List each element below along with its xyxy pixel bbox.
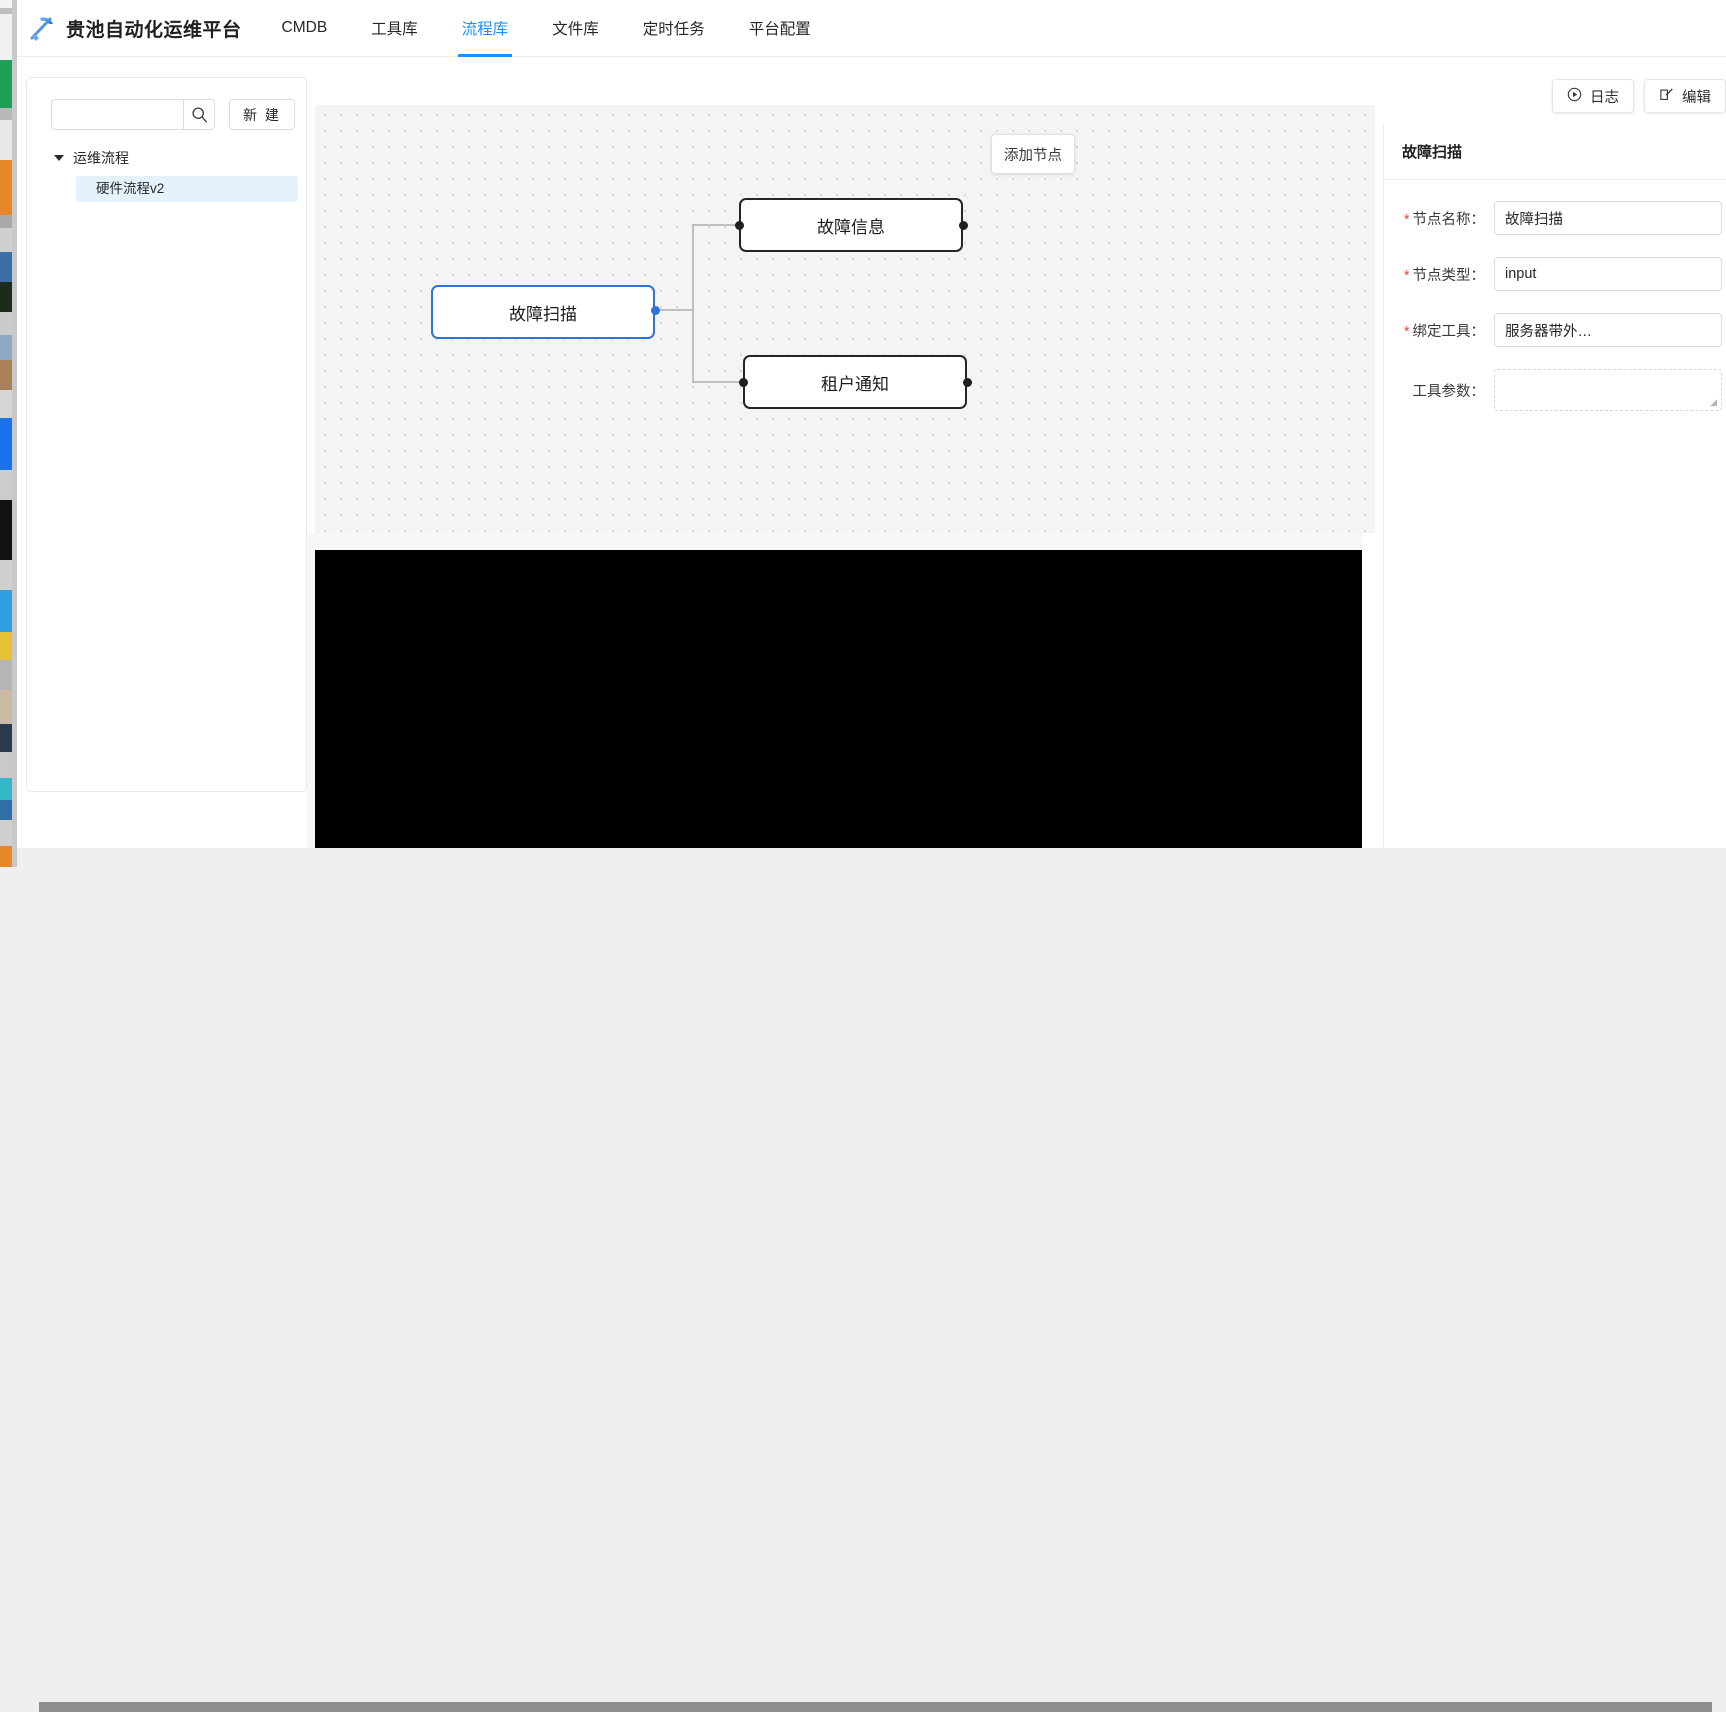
application-window: 贵池自动化运维平台 CMDB 工具库 流程库 文件库 定时任务 平台配置 新 建 [17,0,1726,848]
node-properties-panel: 故障扫描 * 节点名称： 故障扫描 * 节点类型： input * 绑定工具： … [1383,123,1726,848]
flow-tree-panel: 新 建 运维流程 硬件流程v2 [26,77,307,792]
properties-panel-title: 故障扫描 [1402,144,1463,161]
tab-file-library[interactable]: 文件库 [530,0,621,57]
search-input[interactable] [51,99,183,130]
pencil-square-icon [1659,87,1674,106]
field-label-node-type: * 节点类型： [1403,267,1485,284]
main-content-area: 新 建 运维流程 硬件流程v2 日志 编辑 故障扫描 故障信息 租户通知 添加节… [17,57,1726,848]
field-label-node-name: * 节点名称： [1403,211,1485,228]
tab-scheduled-tasks[interactable]: 定时任务 [621,0,727,57]
tab-flow-library[interactable]: 流程库 [440,0,531,57]
resize-grip-icon[interactable]: ◢ [1710,398,1717,407]
node-anchor-left-fault-info[interactable] [735,221,744,230]
flow-node-tenant-notify[interactable]: 租户通知 [743,355,967,409]
play-circle-icon [1567,87,1582,106]
tree-group-ops-flow[interactable]: 运维流程 [51,146,298,170]
edit-button[interactable]: 编辑 [1644,79,1726,113]
brand-title: 贵池自动化运维平台 [66,19,242,41]
log-button-label: 日志 [1590,89,1619,106]
node-name-input[interactable]: 故障扫描 [1494,201,1722,235]
field-row-node-type: * 节点类型： input [1384,257,1726,291]
field-label-tool-params: 工具参数： [1412,383,1486,400]
horizontal-scrollbar-thumb[interactable] [39,1702,1712,1712]
field-label-bound-tool: * 绑定工具： [1403,323,1485,340]
search-icon[interactable] [183,99,215,130]
bound-tool-input[interactable]: 服务器带外… [1494,313,1722,347]
flow-node-fault-scan[interactable]: 故障扫描 [431,285,655,339]
tab-cmdb[interactable]: CMDB [260,0,350,57]
console-output-block[interactable] [315,550,1362,848]
node-anchor-left-tenant-notify[interactable] [739,378,748,387]
background-window-sliver [0,0,12,867]
node-anchor-right-fault-scan[interactable] [651,306,660,315]
required-asterisk-icon: * [1403,267,1410,284]
required-asterisk-icon: * [1403,211,1410,228]
flow-canvas[interactable]: 故障扫描 故障信息 租户通知 [315,105,1375,533]
required-asterisk-icon: * [1403,323,1410,340]
field-row-node-name: * 节点名称： 故障扫描 [1384,201,1726,235]
panel-action-buttons: 日志 编辑 [1552,79,1726,113]
log-button[interactable]: 日志 [1552,79,1634,113]
node-anchor-right-tenant-notify[interactable] [963,378,972,387]
horizontal-scrollbar-track[interactable] [17,848,1726,1712]
field-row-tool-params: 工具参数： ◢ [1384,369,1726,411]
flow-node-label: 故障扫描 [509,304,577,324]
flow-tree: 运维流程 硬件流程v2 [51,146,298,202]
top-navigation-bar: 贵池自动化运维平台 CMDB 工具库 流程库 文件库 定时任务 平台配置 [17,0,1726,57]
tree-group-label: 运维流程 [73,150,129,166]
flow-node-label: 租户通知 [821,374,889,394]
pickaxe-logo-icon [22,8,62,48]
node-type-input[interactable]: input [1494,257,1722,291]
node-properties-form: * 节点名称： 故障扫描 * 节点类型： input * 绑定工具： 服务器带外… [1384,201,1726,433]
panel-divider [1384,179,1726,180]
tab-tool-library[interactable]: 工具库 [349,0,440,57]
field-row-bound-tool: * 绑定工具： 服务器带外… [1384,313,1726,347]
caret-down-icon[interactable] [54,155,64,161]
edit-button-label: 编辑 [1682,89,1711,106]
search-row: 新 建 [51,99,295,130]
add-node-button[interactable]: 添加节点 [991,134,1075,174]
flow-node-label: 故障信息 [817,217,885,237]
tool-params-textarea[interactable]: ◢ [1494,369,1722,411]
nav-tab-list: CMDB 工具库 流程库 文件库 定时任务 平台配置 [260,0,833,57]
new-flow-button[interactable]: 新 建 [229,99,295,130]
tab-platform-config[interactable]: 平台配置 [727,0,833,57]
tree-item-hardware-flow-v2[interactable]: 硬件流程v2 [76,176,298,202]
flow-node-fault-info[interactable]: 故障信息 [739,198,963,252]
node-anchor-right-fault-info[interactable] [959,221,968,230]
